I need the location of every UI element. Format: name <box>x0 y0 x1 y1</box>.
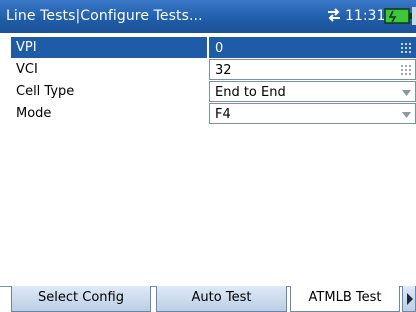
param-value: End to End <box>215 85 286 100</box>
param-value: F4 <box>215 107 231 122</box>
window-title: Line Tests|Configure Tests... <box>6 8 203 24</box>
tab-label: Auto Test <box>191 290 252 305</box>
param-row-mode[interactable]: Mode F4 <box>11 103 416 125</box>
cell-type-select[interactable]: End to End <box>209 81 416 102</box>
chevron-down-icon[interactable] <box>402 90 411 96</box>
tab-atmlb-test[interactable]: ATMLB Test <box>290 286 400 312</box>
param-label: Mode <box>16 106 52 121</box>
param-value: 32 <box>215 63 232 78</box>
title-bar: Line Tests|Configure Tests... 11:31 <box>0 0 416 33</box>
param-label: VCI <box>16 62 38 77</box>
transfer-arrows-icon <box>328 8 340 22</box>
tab-label: Select Config <box>38 290 124 305</box>
param-value: 0 <box>215 41 224 56</box>
battery-icon <box>384 7 416 25</box>
param-row-cell-type[interactable]: Cell Type End to End <box>11 81 416 103</box>
tab-auto-test[interactable]: Auto Test <box>156 286 287 312</box>
param-label: VPI <box>11 37 207 58</box>
param-label: Cell Type <box>16 84 75 99</box>
tab-bar: Select Config Auto Test ATMLB Test <box>0 286 416 312</box>
vpi-field[interactable]: 0 <box>209 37 416 58</box>
chevron-right-icon <box>407 293 413 305</box>
parameter-grid: VPI 0 VCI 32 Cell Type End to End Mode F… <box>11 37 416 125</box>
clock: 11:31 <box>345 8 386 24</box>
chevron-down-icon[interactable] <box>402 112 411 118</box>
param-row-vpi[interactable]: VPI 0 <box>11 37 416 59</box>
vci-field[interactable]: 32 <box>209 59 416 80</box>
param-row-vci[interactable]: VCI 32 <box>11 59 416 81</box>
tab-label: ATMLB Test <box>308 290 382 305</box>
mode-select[interactable]: F4 <box>209 103 416 124</box>
keypad-icon[interactable] <box>401 65 411 75</box>
tab-select-config[interactable]: Select Config <box>11 286 151 312</box>
tab-scroll-right-button[interactable] <box>402 286 416 312</box>
keypad-icon[interactable] <box>401 43 411 53</box>
